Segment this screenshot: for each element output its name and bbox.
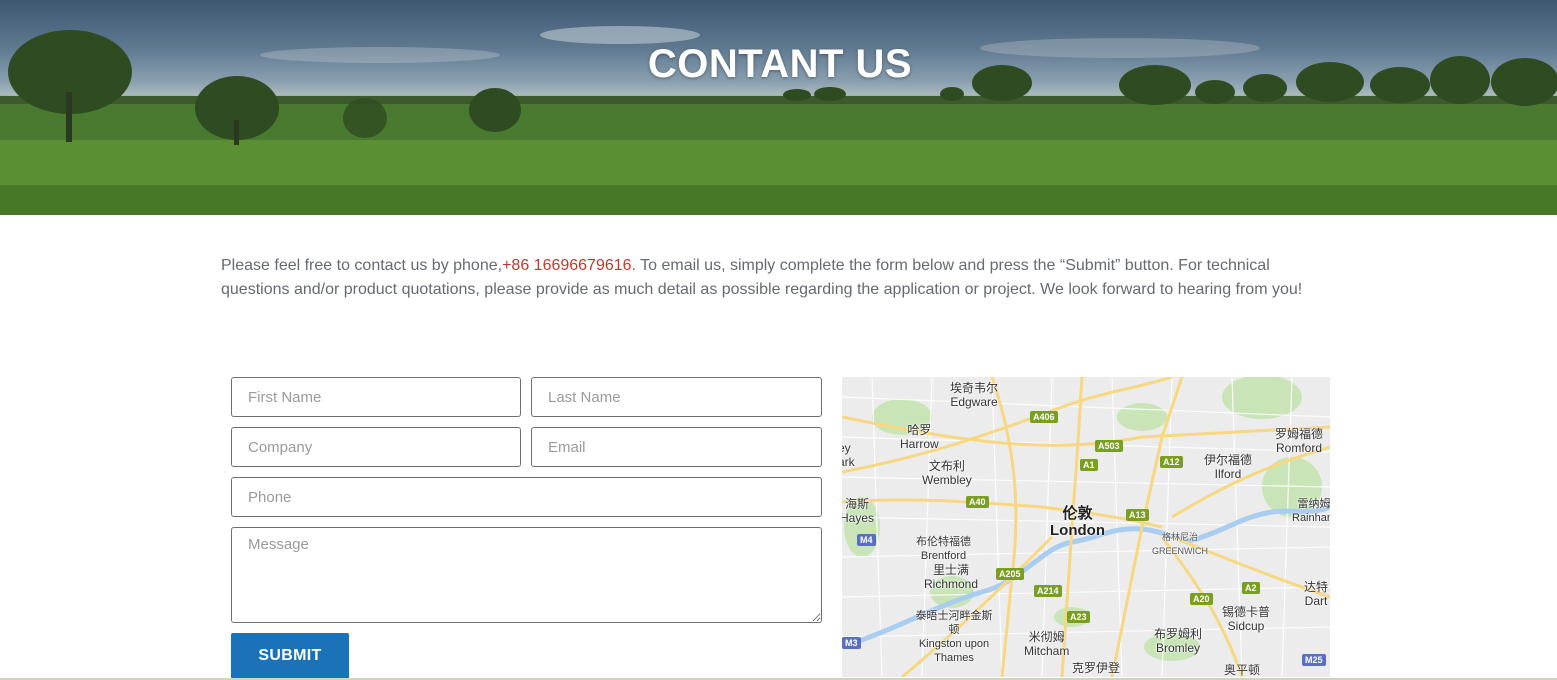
road-shield: A12 xyxy=(1160,456,1183,468)
map-label-croydon: 克罗伊登 xyxy=(1072,661,1121,675)
last-name-input[interactable] xyxy=(531,377,822,417)
map-label-bromley: 布罗姆利 Bromley xyxy=(1154,627,1203,655)
road-shield: A40 xyxy=(966,496,989,508)
map-label-hayes: 海斯 Hayes xyxy=(842,497,875,525)
map-label-wembley: 文布利 Wembley xyxy=(922,459,972,487)
road-shield: A20 xyxy=(1190,593,1213,605)
hero-banner: CONTANT US xyxy=(0,0,1557,215)
road-shield: A13 xyxy=(1126,509,1149,521)
road-shield: A1 xyxy=(1080,459,1098,471)
road-shield: A2 xyxy=(1242,582,1260,594)
map-label-edgware: 埃奇韦尔 Edgware xyxy=(950,381,999,409)
map-label-dart: 达特 Dart xyxy=(1304,580,1329,608)
map-label-brentford: 布伦特福德 Brentford xyxy=(916,536,971,562)
map-label-greenwich: 格林尼治 GREENWICH xyxy=(1152,532,1208,556)
map-label-orpington: 奥平顿 xyxy=(1224,663,1261,677)
page-title: CONTANT US xyxy=(647,42,913,86)
submit-button[interactable]: SUBMIT xyxy=(231,633,349,679)
road-shield: A214 xyxy=(1034,585,1062,597)
map-label-partial-west: eyark xyxy=(842,441,855,469)
field-landscape-image xyxy=(0,26,1557,215)
map-label-mitcham: 米彻姆 Mitcham xyxy=(1024,630,1070,658)
map-label-harrow: 哈罗 Harrow xyxy=(900,423,939,451)
email-input[interactable] xyxy=(531,427,822,467)
map-label-sidcup: 锡德卡普 Sidcup xyxy=(1222,605,1271,633)
road-shield: A406 xyxy=(1030,411,1058,423)
road-shield: M25 xyxy=(1302,654,1326,666)
map-label-london: 伦敦 London xyxy=(1050,505,1105,539)
road-shield: M4 xyxy=(857,534,876,546)
first-name-input[interactable] xyxy=(231,377,521,417)
map-label-kingston: 泰晤士河畔金斯顿 Kingston upon Thames xyxy=(915,610,993,664)
map-label-ilford: 伊尔福德 Ilford xyxy=(1204,453,1253,481)
map-label-richmond: 里士满 Richmond xyxy=(924,563,979,591)
phone-link[interactable]: +86 16696679616 xyxy=(502,257,631,274)
road-shield: M3 xyxy=(842,637,861,649)
road-shield: A23 xyxy=(1067,611,1090,623)
map-label-romford: 罗姆福德 Romford xyxy=(1275,427,1324,455)
phone-input[interactable] xyxy=(231,477,822,517)
map-label-rainham: 雷纳姆Rainham xyxy=(1292,498,1330,524)
intro-paragraph: Please feel free to contact us by phone,… xyxy=(221,254,1331,302)
road-shield: A503 xyxy=(1095,440,1123,452)
intro-text-before: Please feel free to contact us by phone, xyxy=(221,257,503,274)
road-shield: A205 xyxy=(996,568,1024,580)
message-textarea[interactable] xyxy=(231,527,822,623)
london-map[interactable]: 埃奇韦尔 Edgware 哈罗 Harrow 文布利 Wembley 海斯 Hayes … xyxy=(842,377,1330,677)
company-input[interactable] xyxy=(231,427,521,467)
